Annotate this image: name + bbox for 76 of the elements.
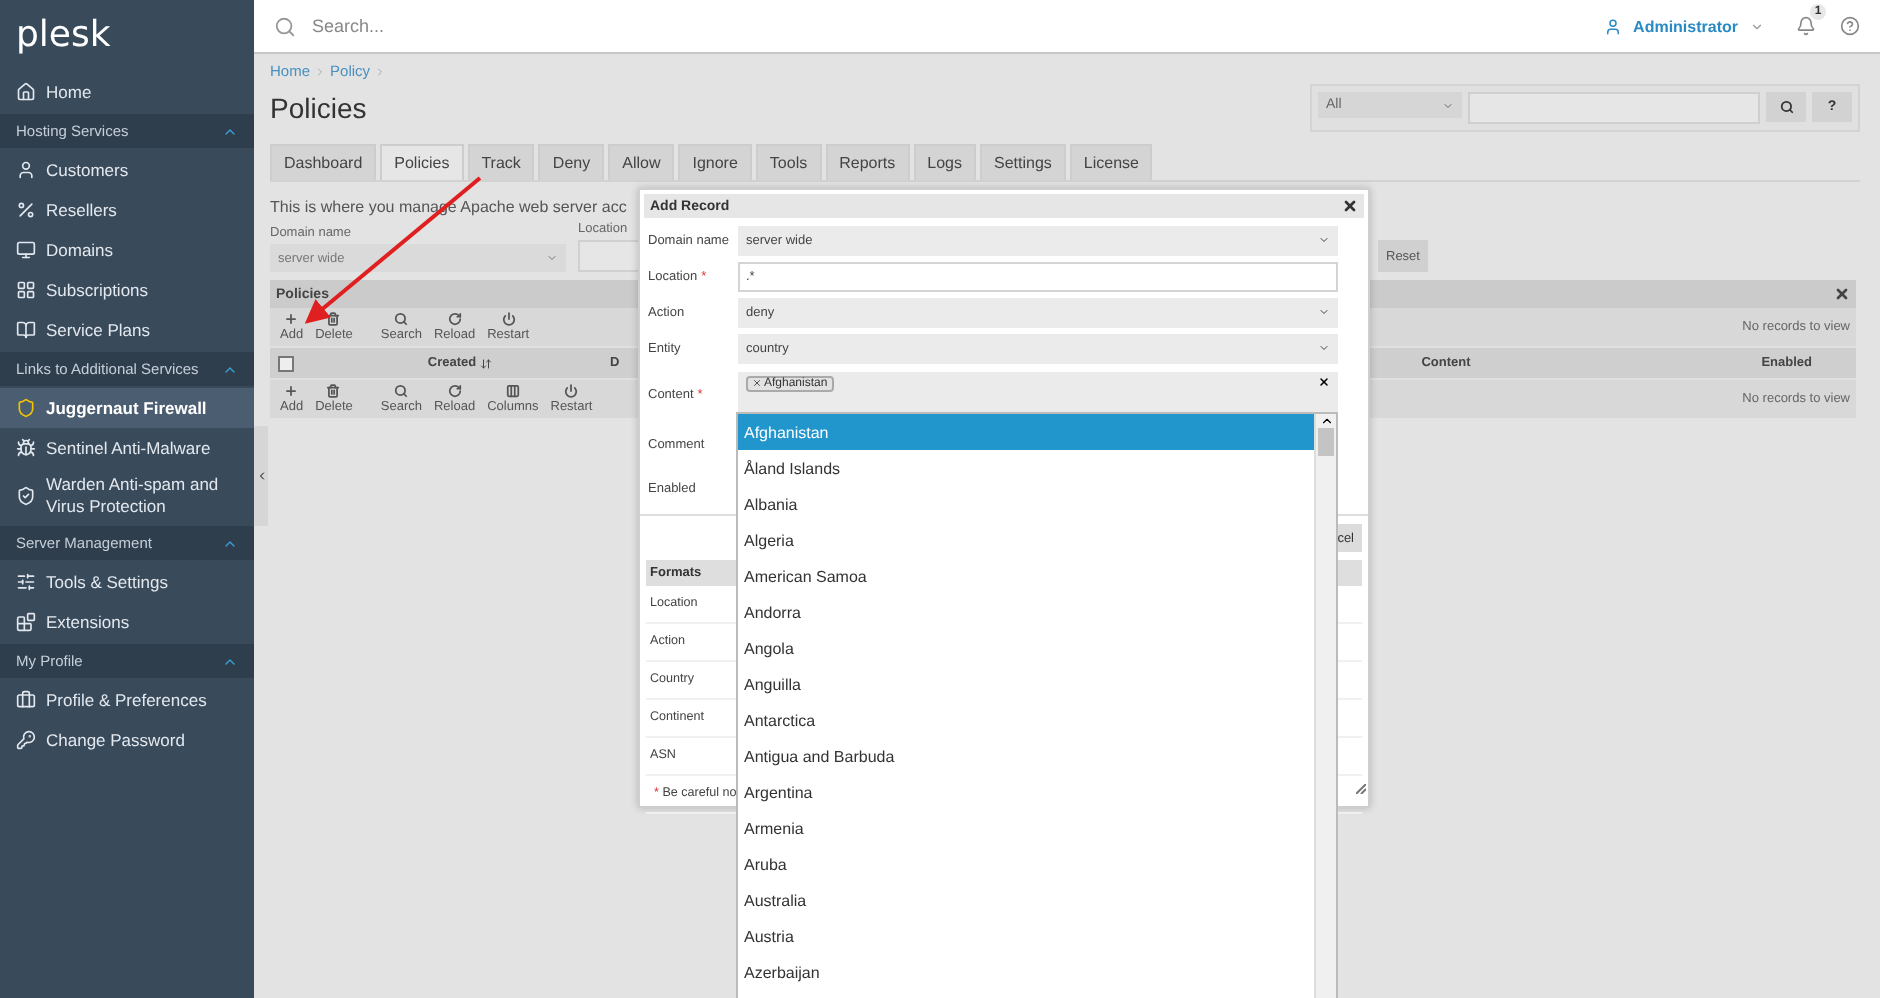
tab[interactable]: Policies [380, 144, 464, 180]
caret-icon [1750, 19, 1764, 33]
caret-icon [1318, 234, 1330, 246]
shield-icon [16, 398, 36, 418]
search-icon [274, 15, 296, 37]
search-icon [394, 384, 409, 398]
help-icon[interactable] [1840, 16, 1860, 36]
tab[interactable]: Reports [825, 144, 910, 180]
sidebar-item[interactable]: Home [0, 72, 254, 112]
add-icon [284, 384, 299, 398]
tab[interactable]: Tools [755, 144, 822, 180]
notification-icon[interactable] [1796, 16, 1816, 36]
tab[interactable]: Logs [913, 144, 976, 180]
shieldcheck-icon [16, 486, 36, 506]
user-icon [16, 160, 36, 180]
sort-icon [480, 357, 493, 369]
restart-icon [564, 384, 579, 398]
resize-grip-icon[interactable] [1356, 784, 1366, 794]
sidebar-item[interactable]: Service Plans [0, 310, 254, 350]
bug-icon [16, 438, 36, 458]
caret-icon [1318, 306, 1330, 318]
chevron-icon [255, 470, 267, 482]
search-input[interactable]: Search... [308, 14, 1592, 38]
scroll-thumb[interactable] [1318, 428, 1334, 456]
percent-icon [16, 200, 36, 220]
columns-icon [505, 384, 520, 398]
delete-icon [326, 384, 341, 398]
tab[interactable]: Allow [608, 144, 675, 180]
key-icon [16, 730, 36, 750]
tab[interactable]: Settings [979, 144, 1066, 180]
sliders-icon [16, 572, 36, 592]
sidebar-item[interactable]: Juggernaut Firewall [0, 388, 254, 428]
user-menu-link[interactable]: Administrator [1633, 17, 1738, 35]
scrollbar[interactable] [1314, 414, 1336, 998]
tab[interactable]: Track [467, 144, 535, 180]
caret-icon [1318, 342, 1330, 354]
blocks-icon [16, 612, 36, 632]
chevron-icon [1319, 414, 1333, 428]
tab[interactable]: Deny [538, 144, 605, 180]
sidebar-item[interactable]: Sentinel Anti-Malware [0, 428, 254, 468]
search-icon [1779, 100, 1793, 114]
sidebar-item[interactable]: Warden Anti-spam and Virus Protection [0, 468, 254, 524]
home-icon [16, 82, 36, 102]
sidebar-item[interactable]: Change Password [0, 720, 254, 760]
checkbox[interactable] [278, 355, 294, 371]
sidebar-item[interactable]: Profile & Preferences [0, 680, 254, 720]
add-icon [284, 312, 299, 326]
briefcase-icon [16, 690, 36, 710]
clear-icon [1318, 375, 1330, 387]
sidebar-item[interactable]: Domains [0, 230, 254, 270]
tab[interactable]: Dashboard [270, 144, 377, 180]
restart-icon [501, 312, 516, 326]
sidebar-item[interactable]: Tools & Settings [0, 562, 254, 602]
tab[interactable]: License [1069, 144, 1153, 180]
monitor-icon [16, 240, 36, 260]
caret-icon [1442, 99, 1454, 111]
sidebar-item[interactable]: Extensions [0, 602, 254, 642]
search-button[interactable] [1766, 92, 1806, 122]
sidebar-item[interactable]: Customers [0, 150, 254, 190]
close-icon[interactable] [1342, 198, 1358, 214]
page-title: Policies [270, 92, 367, 124]
sidebar-item[interactable]: Resellers [0, 190, 254, 230]
chevron-icon [314, 65, 327, 77]
reload-icon [447, 384, 462, 398]
chevron-icon [374, 65, 387, 77]
sidebar-toggle[interactable] [254, 426, 268, 526]
book-icon [16, 320, 36, 340]
tab[interactable]: Ignore [678, 144, 752, 180]
delete-icon [326, 312, 341, 326]
grid-icon [16, 280, 36, 300]
sidebar-item[interactable]: Subscriptions [0, 270, 254, 310]
user-icon [1603, 17, 1622, 35]
search-icon [394, 312, 409, 326]
caret-icon [546, 252, 558, 264]
logo: plesk [14, 12, 113, 60]
reload-icon [447, 312, 462, 326]
